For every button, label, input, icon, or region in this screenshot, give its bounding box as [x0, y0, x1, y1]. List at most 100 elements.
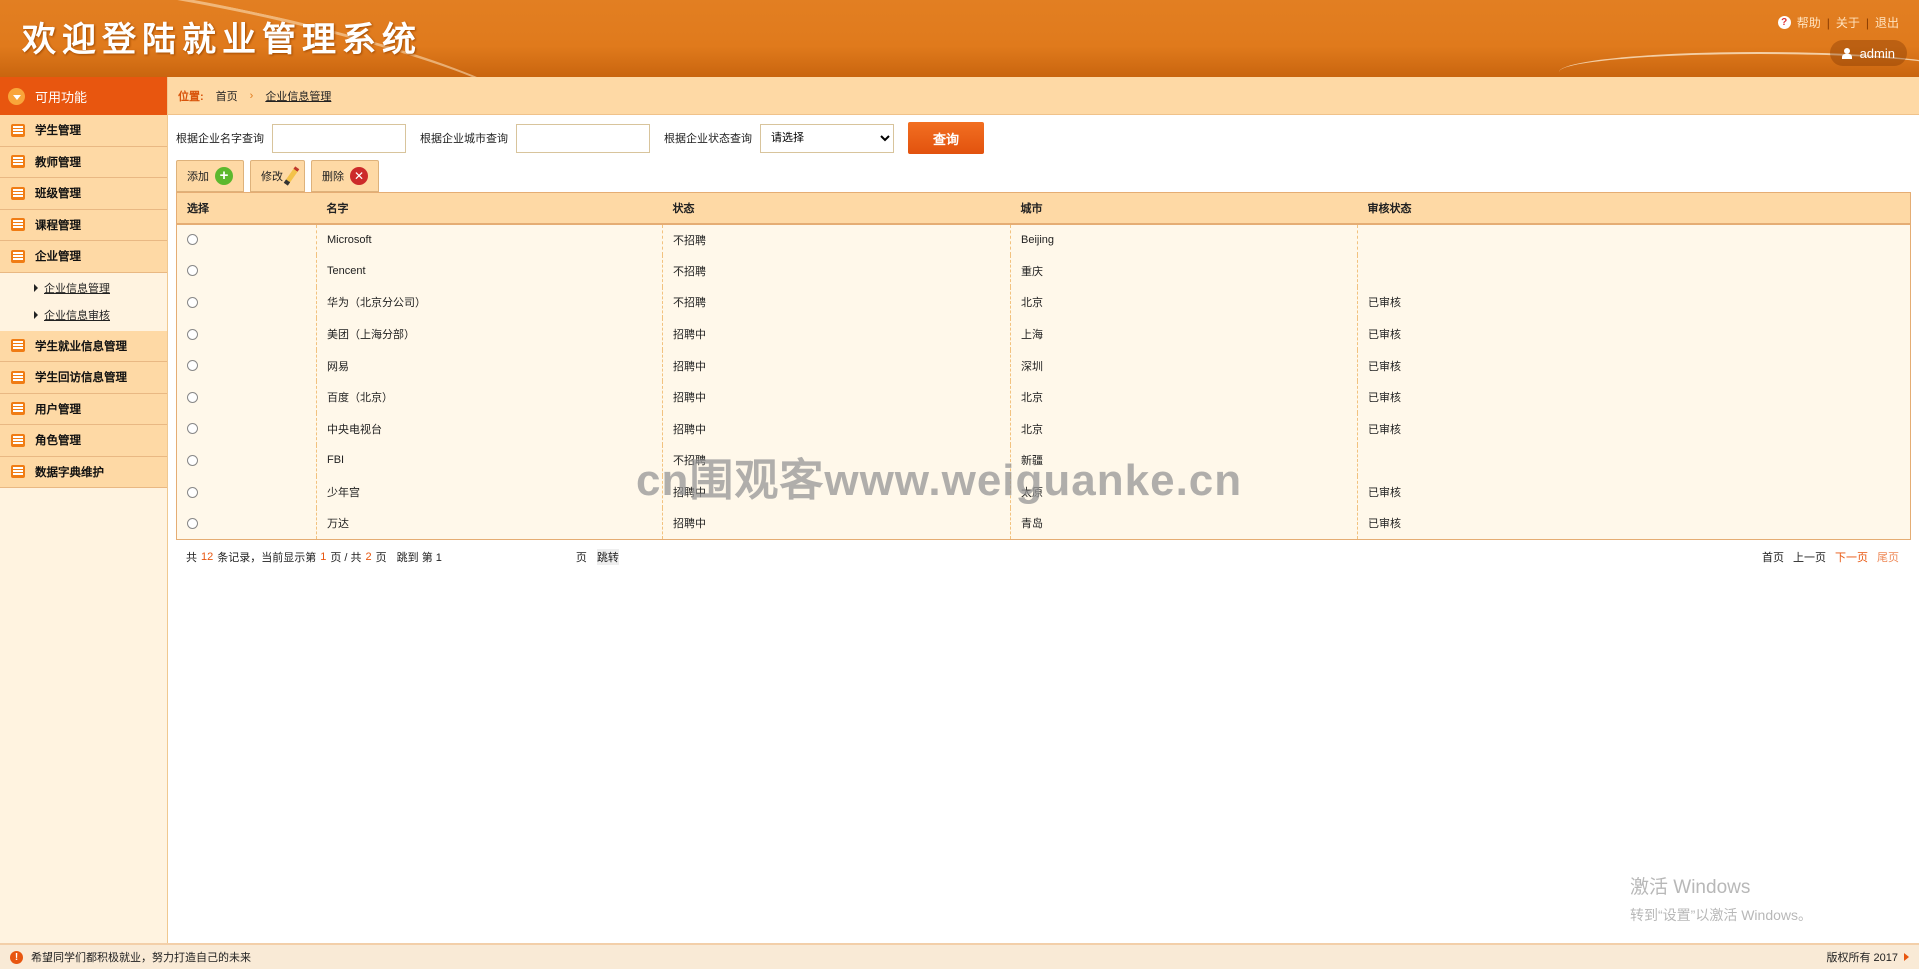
sidebar-subitem-label: 企业信息管理 — [44, 283, 110, 295]
help-link[interactable]: 帮助 — [1797, 14, 1821, 31]
sidebar-item-role[interactable]: 角色管理 — [0, 425, 167, 457]
prev-page-link[interactable]: 上一页 — [1793, 549, 1826, 565]
pager-text: 页 — [375, 552, 387, 564]
table-row[interactable]: 万达 招聘中 青岛 已审核 — [177, 507, 1911, 540]
add-button[interactable]: 添加 + — [176, 160, 244, 192]
first-page-link[interactable]: 首页 — [1762, 549, 1784, 565]
row-radio[interactable] — [187, 517, 198, 529]
row-radio[interactable] — [187, 360, 198, 372]
pager-text: 页 — [575, 552, 587, 564]
breadcrumb-label: 位置: — [178, 90, 204, 103]
sidebar-item-label: 角色管理 — [35, 435, 81, 448]
header: 欢迎登陆就业管理系统 ? 帮助 | 关于 | 退出 admin — [0, 0, 1919, 77]
sidebar-item-label: 企业管理 — [35, 251, 81, 264]
sidebar-item-dictionary[interactable]: 数据字典维护 — [0, 456, 167, 488]
audit-status: 已审核 — [1357, 507, 1911, 540]
pagination-info: 共 12 条记录，当前显示第 1 页 / 共 2 页 跳到 第 1 页 跳转 — [186, 549, 619, 565]
row-radio[interactable] — [187, 328, 198, 340]
sidebar-item-student[interactable]: 学生管理 — [0, 115, 167, 147]
username: admin — [1859, 45, 1895, 61]
sidebar-title[interactable]: 可用功能 — [0, 77, 167, 115]
list-icon — [11, 218, 25, 232]
sidebar-item-teacher[interactable]: 教师管理 — [0, 146, 167, 178]
windows-activation-text: 转到“设置”以激活 Windows。 — [1630, 907, 1813, 923]
company-status: 招聘中 — [662, 476, 1011, 508]
total-records: 12 — [201, 551, 214, 563]
logout-link[interactable]: 退出 — [1875, 14, 1899, 31]
breadcrumb-current[interactable]: 企业信息管理 — [265, 88, 331, 104]
edit-button[interactable]: 修改 — [250, 160, 305, 192]
name-search-input[interactable] — [272, 123, 406, 153]
sidebar-item-course[interactable]: 课程管理 — [0, 209, 167, 241]
select-cell — [177, 318, 317, 350]
divider: | — [1865, 15, 1869, 30]
sidebar-item-company[interactable]: 企业管理 — [0, 241, 167, 273]
row-radio[interactable] — [187, 391, 198, 403]
company-name: 万达 — [316, 507, 663, 540]
user-badge[interactable]: admin — [1829, 40, 1907, 66]
row-radio[interactable] — [187, 265, 198, 277]
about-link[interactable]: 关于 — [1836, 14, 1860, 31]
table-row[interactable]: 少年宫 招聘中 太原 已审核 — [177, 476, 1911, 508]
city-search-label: 根据企业城市查询 — [420, 133, 508, 145]
sidebar-item-label: 教师管理 — [35, 156, 81, 169]
sidebar-subitem-company-audit[interactable]: 企业信息审核 — [0, 302, 167, 329]
delete-button[interactable]: 删除 ✕ — [311, 160, 379, 192]
table-row[interactable]: 美团（上海分部） 招聘中 上海 已审核 — [177, 318, 1911, 350]
query-button[interactable]: 查询 — [908, 122, 984, 154]
row-radio[interactable] — [187, 234, 198, 246]
breadcrumb-home[interactable]: 首页 — [216, 88, 238, 104]
next-page-link[interactable]: 下一页 — [1835, 549, 1868, 565]
table-row[interactable]: 中央电视台 招聘中 北京 已审核 — [177, 413, 1911, 445]
audit-status — [1357, 255, 1911, 287]
row-radio[interactable] — [187, 486, 198, 498]
company-name: 网易 — [316, 349, 663, 382]
table-row[interactable]: 华为（北京分公司） 不招聘 北京 已审核 — [177, 286, 1911, 319]
edit-label: 修改 — [261, 171, 283, 183]
sidebar-title-label: 可用功能 — [35, 89, 88, 105]
company-city: 青岛 — [1010, 507, 1358, 540]
city-search-input[interactable] — [516, 123, 650, 153]
search-bar: 根据企业名字查询 根据企业城市查询 根据企业状态查询 请选择 查询 — [176, 122, 984, 154]
pager-text: 条记录，当前显示第 — [217, 552, 317, 564]
company-status: 不招聘 — [662, 255, 1011, 287]
row-radio[interactable] — [187, 423, 198, 435]
add-label: 添加 — [187, 171, 209, 183]
table-row[interactable]: Tencent 不招聘 重庆 — [177, 255, 1911, 287]
company-status: 不招聘 — [662, 223, 1011, 256]
company-city: 重庆 — [1010, 255, 1358, 287]
status-select[interactable]: 请选择 — [760, 123, 894, 153]
breadcrumb: 位置: 首页 › 企业信息管理 — [168, 77, 1919, 115]
select-cell — [177, 508, 317, 540]
top-links: ? 帮助 | 关于 | 退出 — [1777, 14, 1899, 31]
jump-page-input[interactable]: 跳到 第 1 — [397, 549, 442, 565]
sidebar-item-employment[interactable]: 学生就业信息管理 — [0, 330, 167, 362]
company-status: 招聘中 — [662, 507, 1011, 540]
current-page: 1 — [320, 551, 327, 563]
sidebar-item-visit[interactable]: 学生回访信息管理 — [0, 362, 167, 394]
select-cell — [177, 413, 317, 445]
sidebar-item-user[interactable]: 用户管理 — [0, 393, 167, 425]
table-row[interactable]: Microsoft 不招聘 Beijing — [177, 223, 1911, 256]
sidebar-item-label: 数据字典维护 — [35, 466, 104, 479]
table-row[interactable]: 网易 招聘中 深圳 已审核 — [177, 349, 1911, 382]
table-row[interactable]: FBI 不招聘 新疆 — [177, 444, 1911, 477]
jump-button[interactable]: 跳转 — [596, 549, 619, 565]
table-row[interactable]: 百度（北京） 招聘中 北京 已审核 — [177, 381, 1911, 414]
company-status: 招聘中 — [662, 318, 1011, 350]
list-icon — [11, 249, 25, 263]
column-header: 审核状态 — [1357, 192, 1911, 225]
sidebar-item-label: 课程管理 — [35, 219, 81, 232]
sidebar-subitem-company-info[interactable]: 企业信息管理 — [0, 275, 167, 302]
sidebar-item-class[interactable]: 班级管理 — [0, 178, 167, 210]
pager-text: 页 / 共 — [330, 552, 362, 564]
audit-status: 已审核 — [1357, 286, 1911, 319]
last-page-link[interactable]: 尾页 — [1877, 549, 1899, 565]
row-radio[interactable] — [187, 297, 198, 309]
column-header: 选择 — [176, 192, 317, 225]
chevron-down-icon — [8, 87, 25, 105]
row-radio[interactable] — [187, 455, 198, 467]
select-cell — [177, 445, 317, 477]
audit-status: 已审核 — [1357, 318, 1911, 350]
status-search-label: 根据企业状态查询 — [664, 133, 752, 145]
